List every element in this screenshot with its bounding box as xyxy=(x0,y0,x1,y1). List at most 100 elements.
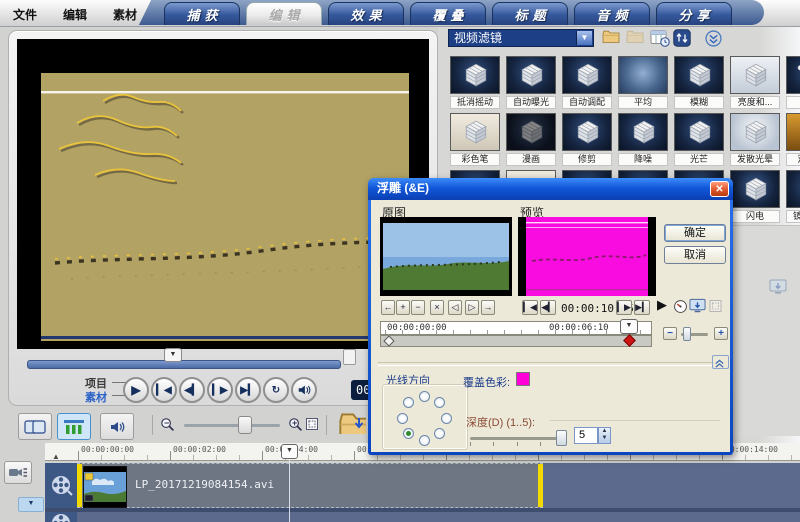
forward-keyframe-button[interactable]: ▷ xyxy=(465,300,479,315)
filter-thumbnail[interactable] xyxy=(506,113,556,151)
audio-view-button[interactable] xyxy=(100,413,134,440)
keyframe-track[interactable] xyxy=(380,335,652,347)
filter-label[interactable]: 亮度和... xyxy=(730,96,780,109)
clip-trim-end-handle[interactable] xyxy=(538,464,543,507)
zoom-out-icon[interactable]: − xyxy=(160,417,175,437)
filter-category-dropdown[interactable]: 视频滤镜 ▼ xyxy=(448,29,594,47)
timeline-view-button[interactable] xyxy=(57,413,91,440)
tab-编辑[interactable]: 编辑 xyxy=(246,2,322,25)
overlay-color-swatch[interactable] xyxy=(516,372,530,386)
play-button[interactable]: ▶ xyxy=(123,377,149,403)
light-direction-radio-0[interactable] xyxy=(419,391,430,402)
tab-覆叠[interactable]: 覆叠 xyxy=(410,2,486,25)
filter-label[interactable]: 气泡 xyxy=(786,96,800,109)
go-end-button[interactable]: ▶▎ xyxy=(235,377,261,403)
filter-label[interactable]: 模糊 xyxy=(674,96,724,109)
repeat-button[interactable]: ↻ xyxy=(263,377,289,403)
timeline-clip[interactable]: LP_20171219084154.avi xyxy=(77,463,543,508)
overlay-track[interactable] xyxy=(77,512,800,522)
kf-zoom-in-button[interactable]: + xyxy=(714,327,728,340)
dialog-title-bar[interactable]: 浮雕 (&E) ✕ xyxy=(368,178,733,200)
filter-thumbnail[interactable] xyxy=(786,170,800,208)
preview-on-device-icon[interactable] xyxy=(689,298,706,319)
filter-thumbnail[interactable] xyxy=(562,56,612,94)
filter-label[interactable]: 自动调配 xyxy=(562,96,612,109)
collapse-options-button[interactable] xyxy=(712,355,729,369)
clip-mode-toggle[interactable]: 素材 xyxy=(85,389,107,405)
timeline-zoom-slider[interactable] xyxy=(184,424,280,427)
kf-zoom-thumb[interactable] xyxy=(683,327,691,341)
expand-gallery-chevron-icon[interactable] xyxy=(705,30,722,47)
tab-分享[interactable]: 分享 xyxy=(656,2,732,25)
remove-keyframe-button[interactable]: − xyxy=(411,300,425,315)
kf-next-frame-button[interactable]: ▎▶ xyxy=(616,300,632,315)
filter-label[interactable]: 漫画 xyxy=(506,153,556,166)
menu-item-文件[interactable]: 文件 xyxy=(0,0,50,23)
sort-icon[interactable] xyxy=(673,29,691,47)
kf-go-start-button[interactable]: ▎◀ xyxy=(522,300,538,315)
delete-keyframes-button[interactable]: × xyxy=(430,300,444,315)
track-manager-button[interactable] xyxy=(4,461,32,484)
filter-label[interactable]: 光芒 xyxy=(674,153,724,166)
zoom-in-icon[interactable]: + xyxy=(288,417,303,437)
filter-thumbnail[interactable] xyxy=(674,56,724,94)
filter-thumbnail[interactable] xyxy=(618,56,668,94)
video-track-header[interactable] xyxy=(45,463,77,508)
depth-value-field[interactable]: 5 xyxy=(574,427,598,444)
tab-标题[interactable]: 标题 xyxy=(492,2,568,25)
overlay-track-header[interactable] xyxy=(45,512,77,522)
library-options-icon[interactable] xyxy=(650,29,670,47)
filter-label[interactable]: 抵消摇动 xyxy=(450,96,500,109)
filter-thumbnail[interactable] xyxy=(786,113,800,151)
filter-thumbnail[interactable] xyxy=(730,56,780,94)
filter-thumbnail[interactable] xyxy=(730,113,780,151)
depth-slider[interactable] xyxy=(470,437,564,440)
filter-label[interactable]: 修剪 xyxy=(562,153,612,166)
dialog-play-button[interactable]: ▶ xyxy=(657,297,667,313)
preview-scrubber[interactable] xyxy=(27,360,341,369)
light-direction-radio-1[interactable] xyxy=(434,397,445,408)
filter-label[interactable]: 降噪 xyxy=(618,153,668,166)
add-keyframe-button[interactable]: + xyxy=(396,300,410,315)
spinner-up-icon[interactable]: ▲ xyxy=(599,428,610,435)
cancel-button[interactable]: 取消 xyxy=(664,246,726,264)
keyframe-playhead-marker[interactable]: ▼ xyxy=(620,319,638,334)
clip-trim-start-handle[interactable] xyxy=(77,464,82,507)
go-start-button[interactable]: ▎◀ xyxy=(151,377,177,403)
playback-speed-icon[interactable] xyxy=(673,299,688,319)
filter-label[interactable]: 自动曝光 xyxy=(506,96,556,109)
timeline-zoom-thumb[interactable] xyxy=(238,416,252,434)
filter-label[interactable]: 平均 xyxy=(618,96,668,109)
light-direction-radio-2[interactable] xyxy=(441,413,452,424)
light-direction-radio-5[interactable] xyxy=(403,428,414,439)
prev-frame-button[interactable]: ◀▎ xyxy=(179,377,205,403)
depth-slider-thumb[interactable] xyxy=(556,430,567,446)
filter-label[interactable]: 闪电 xyxy=(730,210,780,223)
filter-thumbnail[interactable] xyxy=(450,113,500,151)
open-folder-icon[interactable] xyxy=(602,30,620,45)
ok-button[interactable]: 确定 xyxy=(664,224,726,242)
filter-thumbnail[interactable] xyxy=(506,56,556,94)
storyboard-view-button[interactable] xyxy=(18,413,52,440)
volume-button[interactable] xyxy=(291,377,317,403)
scroll-tracks-up-icon[interactable]: ▲ xyxy=(52,452,60,461)
goto-next-keyframe-button[interactable]: → xyxy=(481,300,495,315)
tab-效果[interactable]: 效果 xyxy=(328,2,404,25)
kf-zoom-out-button[interactable]: − xyxy=(663,327,677,340)
filter-thumbnail[interactable] xyxy=(618,113,668,151)
light-direction-radio-6[interactable] xyxy=(397,413,408,424)
trim-end-handle[interactable] xyxy=(343,349,356,365)
filter-thumbnail[interactable] xyxy=(450,56,500,94)
filter-thumbnail[interactable] xyxy=(730,170,780,208)
spinner-down-icon[interactable]: ▼ xyxy=(599,435,610,442)
filter-thumbnail[interactable] xyxy=(674,113,724,151)
filter-thumbnail[interactable] xyxy=(786,56,800,94)
kf-prev-frame-button[interactable]: ◀▎ xyxy=(540,300,556,315)
dialog-close-button[interactable]: ✕ xyxy=(710,181,729,197)
fit-project-icon[interactable] xyxy=(305,417,319,436)
filter-label[interactable]: 发散光晕 xyxy=(730,153,780,166)
filter-label[interactable]: 双色调 xyxy=(786,153,800,166)
filter-label[interactable]: 镜头闪光 xyxy=(786,210,800,223)
scroll-tracks-down-button[interactable]: ▼ xyxy=(18,497,44,512)
dropdown-arrow-icon[interactable]: ▼ xyxy=(576,31,592,45)
